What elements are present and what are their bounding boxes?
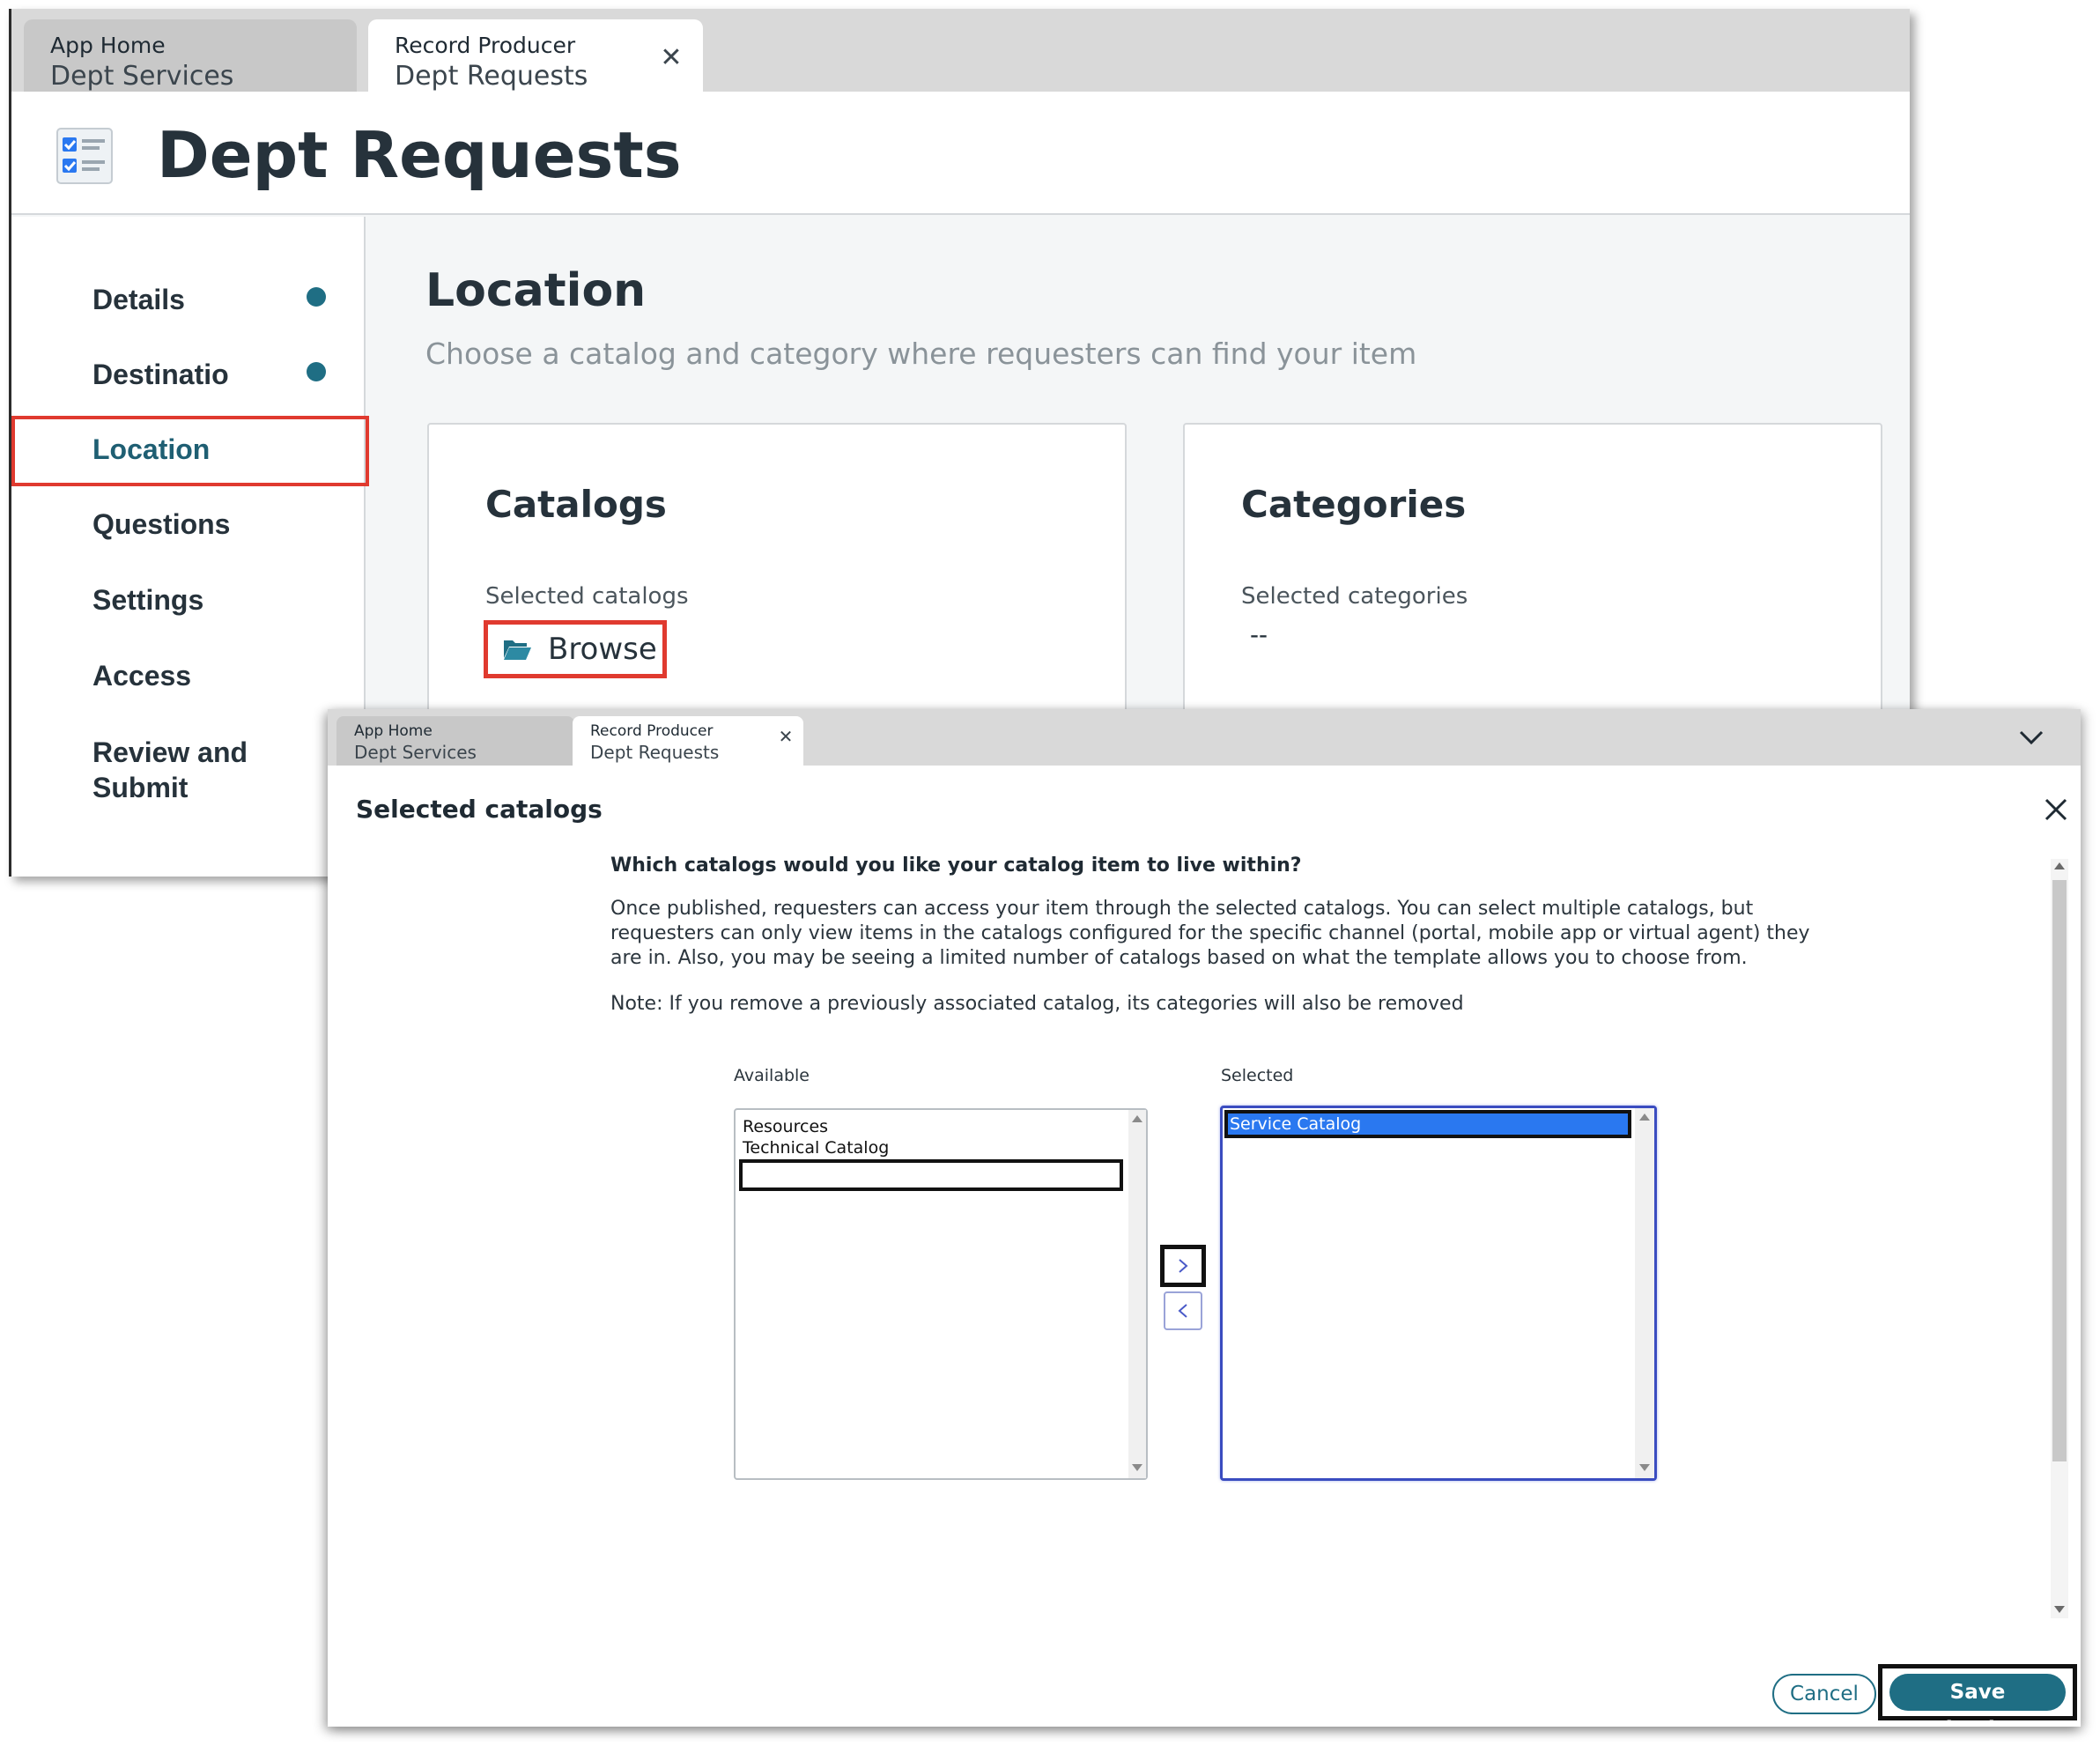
- tab-line1: Record Producer: [590, 722, 714, 740]
- sidebar-item-details[interactable]: Details: [92, 284, 185, 316]
- scrollbar[interactable]: [1635, 1108, 1654, 1478]
- page-title: Dept Requests: [157, 118, 682, 192]
- scrollbar-thumb[interactable]: [2052, 880, 2067, 1461]
- scroll-up-icon[interactable]: [1132, 1115, 1142, 1122]
- completed-dot-icon: [307, 362, 326, 381]
- close-icon[interactable]: [2042, 795, 2070, 824]
- selected-catalogs-dialog: App Home Dept Services Record Producer D…: [328, 709, 2081, 1727]
- cancel-button[interactable]: Cancel: [1772, 1674, 1876, 1714]
- list-item[interactable]: Service Catalog: [1224, 1110, 1631, 1138]
- section-subtitle: Choose a catalog and category where requ…: [425, 337, 1417, 371]
- folder-open-icon: [504, 640, 531, 660]
- close-icon[interactable]: ✕: [777, 729, 795, 746]
- scroll-down-icon[interactable]: [2054, 1606, 2065, 1613]
- browse-label: Browse: [548, 632, 657, 667]
- sidebar: Details Destinatio Location Questions Se…: [11, 217, 369, 877]
- chevron-down-icon[interactable]: [2015, 721, 2047, 753]
- tab-line1: Record Producer: [395, 33, 576, 58]
- completed-dot-icon: [307, 287, 326, 307]
- tab-app-home[interactable]: App Home Dept Services: [24, 19, 357, 92]
- tab-line2: Dept Requests: [395, 61, 588, 92]
- sidebar-item-review-and-submit[interactable]: Review and Submit: [92, 735, 286, 805]
- save-selections-highlight: Save selections: [1878, 1664, 2077, 1727]
- sidebar-item-settings[interactable]: Settings: [92, 584, 203, 617]
- scrollbar[interactable]: [1128, 1110, 1146, 1478]
- list-item[interactable]: Technical Catalog: [743, 1138, 889, 1158]
- available-label: Available: [734, 1066, 810, 1085]
- empty-option-highlight: [739, 1159, 1123, 1191]
- move-left-button[interactable]: [1164, 1291, 1202, 1330]
- catalogs-card-title: Catalogs: [485, 483, 667, 526]
- tab-line1: App Home: [354, 722, 433, 740]
- scroll-up-icon[interactable]: [1639, 1113, 1650, 1121]
- dialog-question: Which catalogs would you like your catal…: [610, 855, 1302, 877]
- chevron-left-icon: [1178, 1304, 1187, 1318]
- selected-categories-value: --: [1250, 620, 1268, 649]
- sidebar-item-access[interactable]: Access: [92, 660, 191, 692]
- available-listbox[interactable]: Resources Technical Catalog: [734, 1108, 1148, 1480]
- move-right-button[interactable]: [1160, 1245, 1206, 1287]
- selected-categories-label: Selected categories: [1241, 583, 1468, 610]
- tab-app-home[interactable]: App Home Dept Services: [336, 716, 574, 766]
- selected-label: Selected: [1221, 1066, 1294, 1085]
- sidebar-item-location[interactable]: Location: [92, 433, 210, 466]
- sidebar-item-questions[interactable]: Questions: [92, 508, 230, 541]
- selected-listbox[interactable]: Service Catalog: [1220, 1106, 1657, 1481]
- dialog-title: Selected catalogs: [356, 795, 603, 824]
- list-item[interactable]: Resources: [743, 1117, 828, 1136]
- scroll-down-icon[interactable]: [1132, 1464, 1142, 1471]
- scroll-up-icon[interactable]: [2054, 862, 2065, 869]
- chevron-right-icon: [1179, 1259, 1188, 1273]
- scroll-down-icon[interactable]: [1639, 1464, 1650, 1471]
- tab-line2: Dept Services: [354, 742, 477, 763]
- dialog-scrollbar[interactable]: [2051, 859, 2068, 1618]
- section-title: Location: [425, 264, 647, 317]
- checklist-icon: [56, 128, 113, 184]
- dialog-note: Note: If you remove a previously associa…: [610, 993, 1464, 1015]
- close-icon[interactable]: ✕: [659, 45, 684, 71]
- tab-strip: App Home Dept Services Record Producer D…: [11, 9, 1910, 92]
- tab-line1: App Home: [50, 33, 166, 58]
- tab-line2: Dept Requests: [590, 742, 720, 763]
- page-header: Dept Requests: [11, 92, 1910, 215]
- tab-strip: App Home Dept Services Record Producer D…: [328, 709, 2081, 766]
- categories-card-title: Categories: [1241, 483, 1467, 526]
- tab-record-producer[interactable]: Record Producer Dept Requests: [573, 716, 803, 766]
- browse-button[interactable]: Browse: [484, 620, 667, 678]
- selected-catalogs-label: Selected catalogs: [485, 583, 689, 610]
- save-selections-button[interactable]: Save selections: [1889, 1674, 2066, 1727]
- tab-record-producer[interactable]: Record Producer Dept Requests: [368, 19, 703, 92]
- sidebar-item-destination[interactable]: Destinatio: [92, 359, 229, 391]
- dialog-body-text: Once published, requesters can access yo…: [610, 898, 1810, 969]
- tab-line2: Dept Services: [50, 61, 234, 92]
